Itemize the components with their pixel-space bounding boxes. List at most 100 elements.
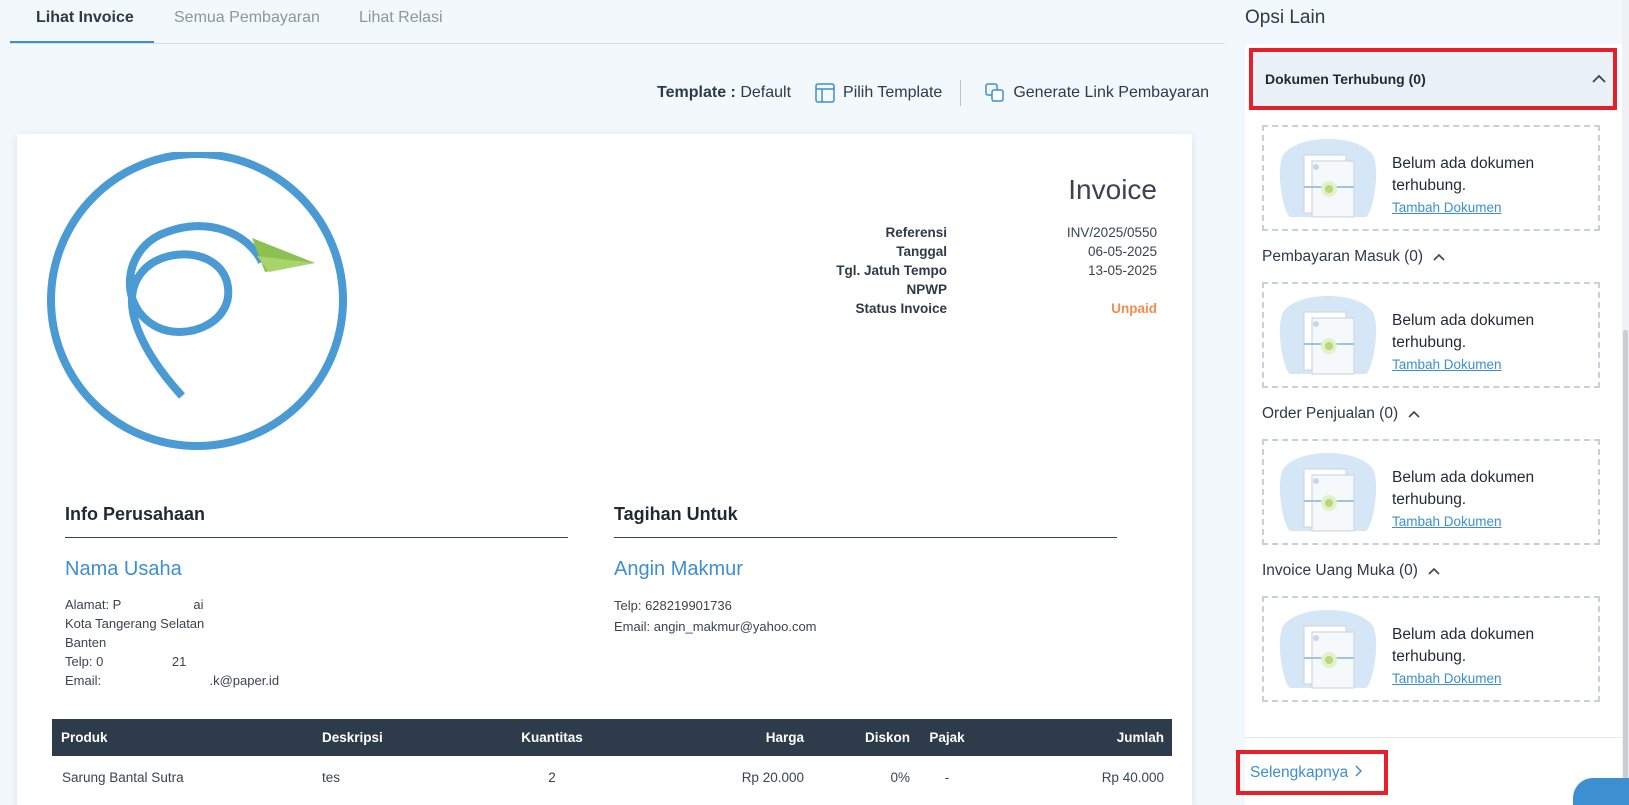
empty-state-order: Belum ada dokumen terhubung. Tambah Doku… xyxy=(1262,439,1600,545)
empty-state-uang-muka: Belum ada dokumen terhubung. Tambah Doku… xyxy=(1262,596,1600,702)
invoice-toolbar: Template : Default Pilih Template Genera… xyxy=(657,80,1209,106)
meta-row-tanggal: Tanggal 06-05-2025 xyxy=(837,242,1157,261)
meta-row-npwp: NPWP xyxy=(837,280,1157,299)
company-email: Email: .k@paper.id xyxy=(65,673,280,688)
meta-key: Tgl. Jatuh Tempo xyxy=(836,263,947,278)
accordion-label: Invoice Uang Muka (0) xyxy=(1262,562,1418,579)
cell-produk: Sarung Bantal Sutra xyxy=(62,769,184,785)
cell-kuantitas: 2 xyxy=(548,769,556,785)
accordion-order-penjualan[interactable]: Order Penjualan (0) xyxy=(1262,405,1420,423)
cell-diskon: 0% xyxy=(890,769,910,785)
cell-harga: Rp 20.000 xyxy=(741,769,804,785)
chevron-up-icon xyxy=(1428,562,1440,580)
col-pajak: Pajak xyxy=(929,730,965,745)
empty-state-pembayaran: Belum ada dokumen terhubung. Tambah Doku… xyxy=(1262,282,1600,388)
meta-value: 06-05-2025 xyxy=(1087,244,1157,259)
panel-divider xyxy=(1245,737,1625,738)
empty-state-message: Belum ada dokumen terhubung. Tambah Doku… xyxy=(1392,624,1592,690)
add-document-link[interactable]: Tambah Dokumen xyxy=(1392,197,1592,219)
meta-key: Status Invoice xyxy=(855,301,947,316)
company-address: Alamat: P ai xyxy=(65,597,204,612)
scrollbar-thumb[interactable] xyxy=(1623,330,1628,805)
meta-value: 13-05-2025 xyxy=(1087,263,1157,278)
meta-value: INV/2025/0550 xyxy=(1066,225,1157,240)
accordion-label: Dokumen Terhubung (0) xyxy=(1265,71,1426,87)
meta-row-status: Status Invoice Unpaid xyxy=(837,299,1157,318)
generate-link-label: Generate Link Pembayaran xyxy=(1013,84,1209,101)
empty-line-1: Belum ada dokumen xyxy=(1392,469,1535,486)
meta-key: NPWP xyxy=(906,282,948,297)
accordion-dokumen-terhubung[interactable]: Dokumen Terhubung (0) xyxy=(1249,48,1617,110)
invoice-document: Invoice Referensi INV/2025/0550 Tanggal … xyxy=(17,134,1192,805)
empty-document-illustration xyxy=(1274,294,1382,385)
col-jumlah: Jumlah xyxy=(1116,730,1164,745)
meta-key: Tanggal xyxy=(896,244,947,259)
template-label: Template : xyxy=(657,84,736,101)
table-row: Sarung Bantal Sutra tes 2 Rp 20.000 0% -… xyxy=(52,756,1172,798)
template-layout-icon xyxy=(815,83,835,103)
meta-row-jatuh-tempo: Tgl. Jatuh Tempo 13-05-2025 xyxy=(836,261,1157,280)
customer-email: Email: angin_makmur@yahoo.com xyxy=(614,619,817,634)
template-indicator: Template : Default xyxy=(657,84,791,102)
empty-line-1: Belum ada dokumen xyxy=(1392,155,1535,172)
empty-line-1: Belum ada dokumen xyxy=(1392,312,1535,329)
col-produk: Produk xyxy=(61,730,108,745)
company-info-heading: Info Perusahaan xyxy=(65,502,568,538)
choose-template-button[interactable]: Pilih Template xyxy=(815,83,942,103)
side-panel: Dokumen Terhubung (0) Belum ada dokumen … xyxy=(1236,44,1625,805)
empty-state-message: Belum ada dokumen terhubung. Tambah Doku… xyxy=(1392,153,1592,219)
company-phone: Telp: 0 21 xyxy=(65,654,187,669)
customer-phone: Telp: 628219901736 xyxy=(614,598,732,613)
add-document-link[interactable]: Tambah Dokumen xyxy=(1392,354,1592,376)
empty-state-dokumen: Belum ada dokumen terhubung. Tambah Doku… xyxy=(1262,125,1600,231)
empty-line-2: terhubung. xyxy=(1392,177,1467,194)
cell-jumlah: Rp 40.000 xyxy=(1101,769,1164,785)
meta-row-referensi: Referensi INV/2025/0550 xyxy=(837,223,1157,242)
company-name: Nama Usaha xyxy=(65,558,182,580)
tab-lihat-invoice[interactable]: Lihat Invoice xyxy=(36,9,134,27)
bill-to-heading: Tagihan Untuk xyxy=(614,502,1117,538)
active-tab-indicator xyxy=(10,41,154,43)
accordion-pembayaran-masuk[interactable]: Pembayaran Masuk (0) xyxy=(1262,248,1445,266)
generate-payment-link-button[interactable]: Generate Link Pembayaran xyxy=(985,83,1209,103)
empty-line-2: terhubung. xyxy=(1392,648,1467,665)
company-province: Banten xyxy=(65,635,107,650)
accordion-label: Order Penjualan (0) xyxy=(1262,405,1399,422)
empty-line-2: terhubung. xyxy=(1392,334,1467,351)
bill-to-info: Tagihan Untuk Angin Makmur Telp: 6282199… xyxy=(614,502,1117,637)
company-details: Alamat: P ai Kota Tangerang Selatan Bant… xyxy=(65,595,568,690)
choose-template-label: Pilih Template xyxy=(843,84,943,101)
invoice-title: Invoice xyxy=(1068,174,1157,205)
empty-document-illustration xyxy=(1274,608,1382,699)
customer-name: Angin Makmur xyxy=(614,558,743,580)
empty-line-1: Belum ada dokumen xyxy=(1392,626,1535,643)
col-kuantitas: Kuantitas xyxy=(521,730,583,745)
col-diskon: Diskon xyxy=(864,730,910,745)
table-header: Produk Deskripsi Kuantitas Harga Diskon … xyxy=(52,719,1172,756)
meta-key: Referensi xyxy=(885,225,947,240)
empty-document-illustration xyxy=(1274,137,1382,228)
invoice-meta: Referensi INV/2025/0550 Tanggal 06-05-20… xyxy=(836,223,1157,318)
add-document-link[interactable]: Tambah Dokumen xyxy=(1392,511,1592,533)
cell-pajak: - xyxy=(944,769,950,785)
chat-support-button[interactable] xyxy=(1573,778,1629,805)
accordion-invoice-uang-muka[interactable]: Invoice Uang Muka (0) xyxy=(1262,562,1440,580)
template-value: Default xyxy=(740,84,792,101)
tab-bar: Lihat Invoice Semua Pembayaran Lihat Rel… xyxy=(10,0,1225,44)
see-more-button[interactable]: Selengkapnya xyxy=(1236,750,1388,795)
cell-deskripsi: tes xyxy=(322,769,341,785)
company-logo xyxy=(47,150,349,459)
tab-lihat-relasi[interactable]: Lihat Relasi xyxy=(359,9,443,27)
add-document-link[interactable]: Tambah Dokumen xyxy=(1392,668,1592,690)
empty-state-message: Belum ada dokumen terhubung. Tambah Doku… xyxy=(1392,310,1592,376)
meta-value xyxy=(947,280,1157,299)
tab-semua-pembayaran[interactable]: Semua Pembayaran xyxy=(174,9,320,27)
side-panel-title: Opsi Lain xyxy=(1245,7,1326,28)
empty-line-2: terhubung. xyxy=(1392,491,1467,508)
empty-state-message: Belum ada dokumen terhubung. Tambah Doku… xyxy=(1392,467,1592,533)
status-badge: Unpaid xyxy=(1111,301,1157,316)
toolbar-divider xyxy=(960,80,962,106)
empty-document-illustration xyxy=(1274,451,1382,542)
company-city: Kota Tangerang Selatan xyxy=(65,616,205,631)
invoice-items-table: Produk Deskripsi Kuantitas Harga Diskon … xyxy=(52,719,1172,798)
